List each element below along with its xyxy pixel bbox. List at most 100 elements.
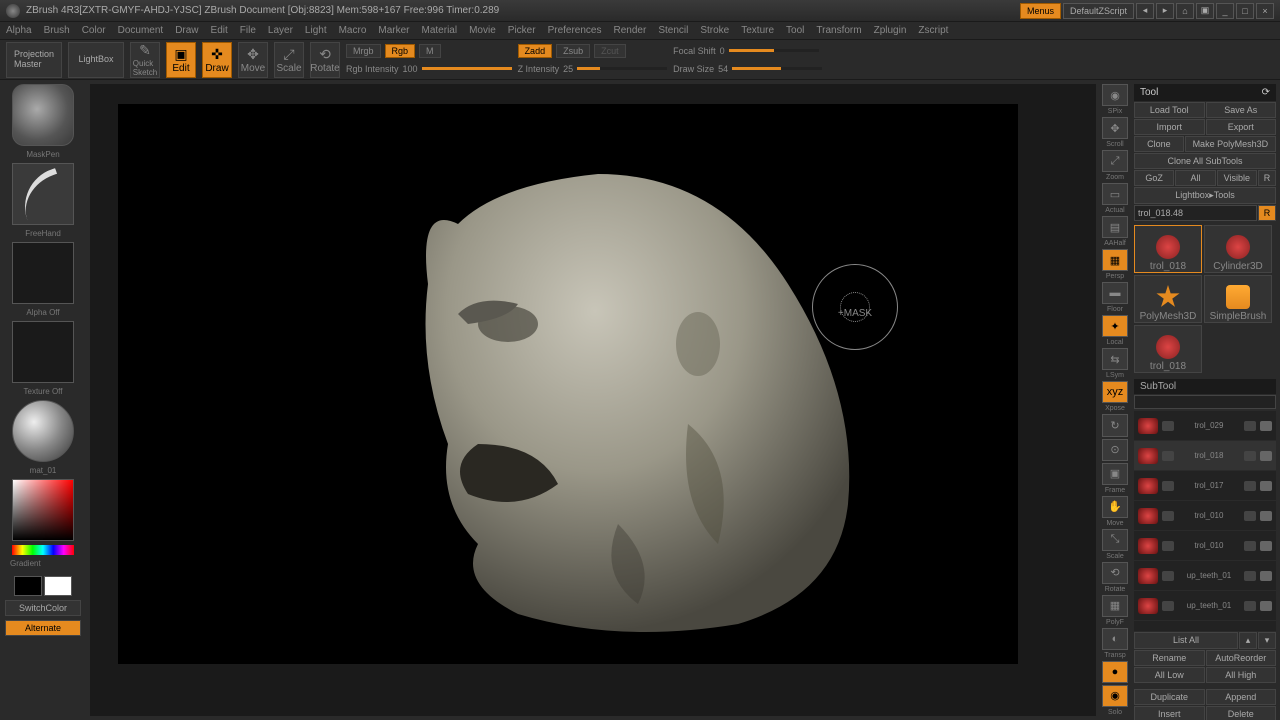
rgb-intensity-slider[interactable]: Mrgb Rgb M Rgb Intensity 100 — [346, 43, 512, 77]
arrow-down-icon[interactable]: ▾ — [1258, 632, 1276, 649]
clone-all-button[interactable]: Clone All SubTools — [1134, 153, 1276, 169]
switchcolor-button[interactable]: SwitchColor — [5, 600, 81, 616]
tool-item-trol_018[interactable]: trol_018 — [1134, 325, 1202, 373]
material-picker[interactable] — [12, 400, 74, 462]
menu-preferences[interactable]: Preferences — [548, 25, 602, 36]
dock-Xpose[interactable]: xyz — [1102, 381, 1128, 403]
hue-strip[interactable] — [12, 545, 74, 555]
edit-mode-button[interactable]: ▣Edit — [166, 42, 196, 78]
append-button[interactable]: Append — [1206, 689, 1277, 705]
stroke-picker[interactable] — [12, 163, 74, 225]
zcut-toggle[interactable]: Zcut — [594, 44, 626, 58]
rgb-toggle[interactable]: Rgb — [385, 44, 416, 58]
menu-zplugin[interactable]: Zplugin — [874, 25, 907, 36]
draw-sliders[interactable]: Focal Shift 0 Draw Size 54 — [673, 43, 822, 77]
subtool-item[interactable]: trol_029 — [1134, 411, 1276, 441]
menu-texture[interactable]: Texture — [741, 25, 774, 36]
maximize-icon[interactable]: □ — [1236, 3, 1254, 19]
tool-header[interactable]: Tool⟳ — [1134, 84, 1276, 101]
mrgb-toggle[interactable]: Mrgb — [346, 44, 381, 58]
duplicate-button[interactable]: Duplicate — [1134, 689, 1205, 705]
menu-stencil[interactable]: Stencil — [658, 25, 688, 36]
menu-color[interactable]: Color — [82, 25, 106, 36]
dock-Solo[interactable]: ◉ — [1102, 685, 1128, 707]
menu-picker[interactable]: Picker — [508, 25, 536, 36]
dock-btn11[interactable]: ⊙ — [1102, 439, 1128, 461]
subtool-item[interactable]: up_teeth_01 — [1134, 561, 1276, 591]
make-polymesh-button[interactable]: Make PolyMesh3D — [1185, 136, 1276, 152]
default-script-button[interactable]: DefaultZScript — [1063, 3, 1134, 19]
dock-Zoom[interactable]: ⤢ — [1102, 150, 1128, 172]
close-icon[interactable]: × — [1256, 3, 1274, 19]
subtool-item[interactable]: trol_017 — [1134, 471, 1276, 501]
dock-btn18[interactable]: ● — [1102, 661, 1128, 683]
subtool-item[interactable]: up_teeth_01 — [1134, 591, 1276, 621]
dock-Local[interactable]: ✦ — [1102, 315, 1128, 337]
insert-button[interactable]: Insert — [1134, 706, 1205, 720]
goz-button[interactable]: GoZ — [1134, 170, 1174, 186]
dock-Scroll[interactable]: ✥ — [1102, 117, 1128, 139]
clone-button[interactable]: Clone — [1134, 136, 1184, 152]
alpha-picker[interactable] — [12, 242, 74, 304]
menu-tool[interactable]: Tool — [786, 25, 804, 36]
subtool-item[interactable]: trol_010 — [1134, 531, 1276, 561]
dock-Move[interactable]: ✋ — [1102, 496, 1128, 518]
menu-draw[interactable]: Draw — [175, 25, 198, 36]
lightbox-tools-button[interactable]: Lightbox▸Tools — [1134, 187, 1276, 204]
menu-layer[interactable]: Layer — [268, 25, 293, 36]
goz-visible-button[interactable]: Visible — [1217, 170, 1257, 186]
draw-mode-button[interactable]: ✜Draw — [202, 42, 232, 78]
dock-SPix[interactable]: ◉ — [1102, 84, 1128, 106]
load-tool-button[interactable]: Load Tool — [1134, 102, 1205, 118]
tool-item-SimpleBrush[interactable]: SimpleBrush — [1204, 275, 1272, 323]
refresh-icon[interactable]: ⟳ — [1262, 87, 1270, 98]
tool-r-button[interactable]: R — [1258, 205, 1276, 221]
dock-AAHalf[interactable]: ▤ — [1102, 216, 1128, 238]
rotate-mode-button[interactable]: ⟲Rotate — [310, 42, 340, 78]
color-picker[interactable] — [12, 479, 74, 541]
menu-macro[interactable]: Macro — [339, 25, 367, 36]
menu-document[interactable]: Document — [118, 25, 164, 36]
dock-btn10[interactable]: ↻ — [1102, 414, 1128, 436]
subtool-item[interactable]: trol_018 — [1134, 441, 1276, 471]
menu-marker[interactable]: Marker — [378, 25, 409, 36]
home-icon[interactable]: ⌂ — [1176, 3, 1194, 19]
autoreorder-button[interactable]: AutoReorder — [1206, 650, 1277, 666]
alternate-button[interactable]: Alternate — [5, 620, 81, 636]
all-low-button[interactable]: All Low — [1134, 667, 1205, 683]
dock-Persp[interactable]: ▦ — [1102, 249, 1128, 271]
menu-stroke[interactable]: Stroke — [700, 25, 729, 36]
menu-brush[interactable]: Brush — [44, 25, 70, 36]
goz-all-button[interactable]: All — [1175, 170, 1215, 186]
goz-r-button[interactable]: R — [1258, 170, 1276, 186]
nav-prev-icon[interactable]: ◂ — [1136, 3, 1154, 19]
lightbox-button[interactable]: LightBox — [68, 42, 124, 78]
dock-Frame[interactable]: ▣ — [1102, 463, 1128, 485]
menu-zscript[interactable]: Zscript — [918, 25, 948, 36]
dock-Rotate[interactable]: ⟲ — [1102, 562, 1128, 584]
menu-material[interactable]: Material — [422, 25, 458, 36]
delete-button[interactable]: Delete — [1206, 706, 1277, 720]
menu-edit[interactable]: Edit — [211, 25, 228, 36]
brush-picker[interactable] — [12, 84, 74, 146]
dock-PolyF[interactable]: ▦ — [1102, 595, 1128, 617]
tool-item-trol_018[interactable]: trol_018 — [1134, 225, 1202, 273]
subtool-item[interactable]: trol_010 — [1134, 501, 1276, 531]
menus-button[interactable]: Menus — [1020, 3, 1061, 19]
dock-Transp[interactable]: ◐ — [1102, 628, 1128, 650]
dock-LSym[interactable]: ⇆ — [1102, 348, 1128, 370]
dock-Actual[interactable]: ▭ — [1102, 183, 1128, 205]
subtool-topbar[interactable] — [1134, 395, 1276, 409]
z-intensity-slider[interactable]: Zadd Zsub Zcut Z Intensity 25 — [518, 43, 668, 77]
viewport[interactable]: +MASK — [118, 104, 1018, 664]
export-button[interactable]: Export — [1206, 119, 1277, 135]
rename-button[interactable]: Rename — [1134, 650, 1205, 666]
dock-Floor[interactable]: ▬ — [1102, 282, 1128, 304]
move-mode-button[interactable]: ✥Move — [238, 42, 268, 78]
nav-next-icon[interactable]: ▸ — [1156, 3, 1174, 19]
tool-item-PolyMesh3D[interactable]: PolyMesh3D — [1134, 275, 1202, 323]
tool-item-Cylinder3D[interactable]: Cylinder3D — [1204, 225, 1272, 273]
list-all-button[interactable]: List All — [1134, 632, 1238, 649]
save-as-button[interactable]: Save As — [1206, 102, 1277, 118]
menu-light[interactable]: Light — [305, 25, 327, 36]
